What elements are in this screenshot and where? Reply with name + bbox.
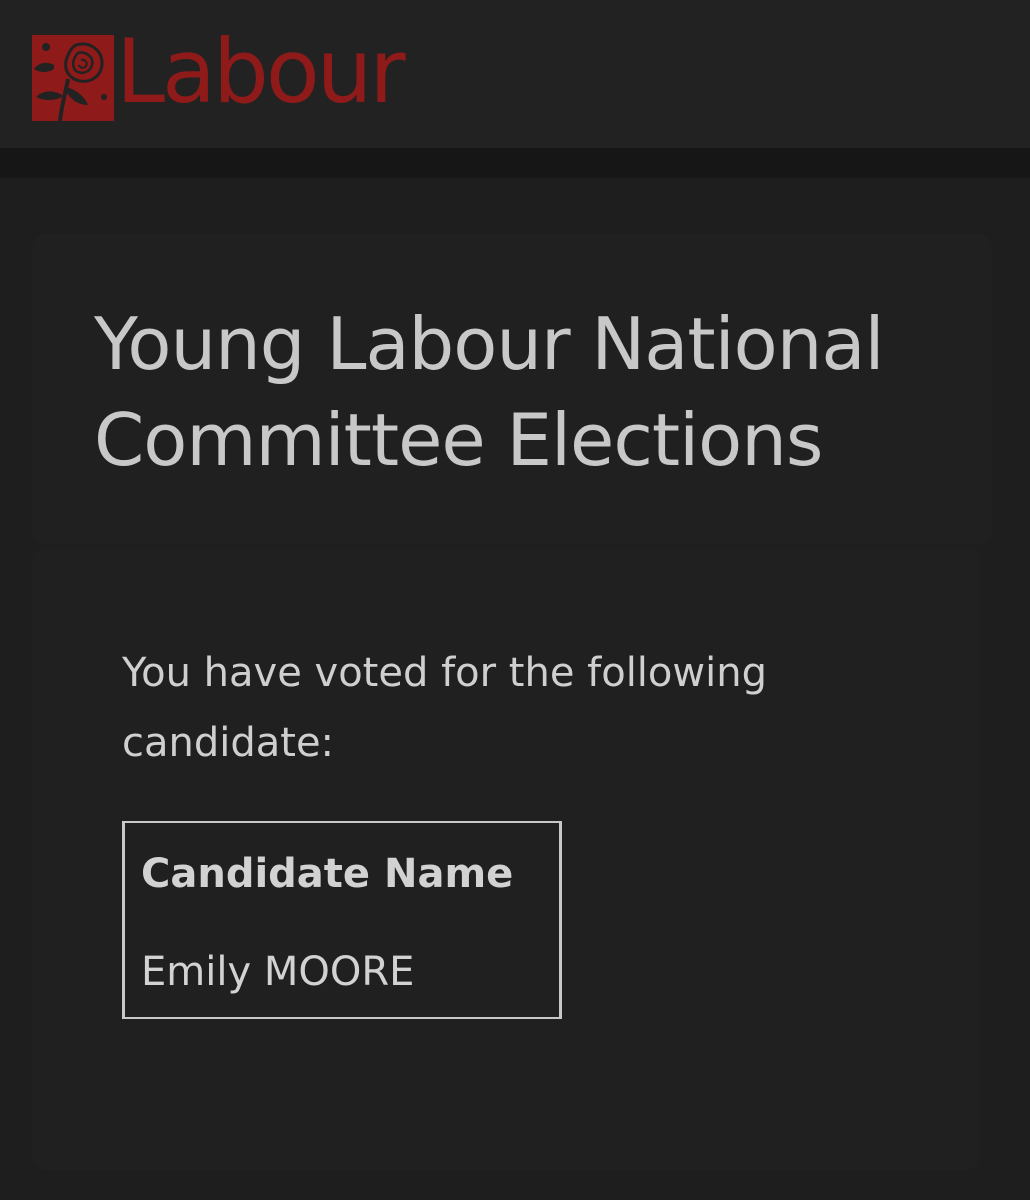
logo-wordmark: Labour — [116, 20, 406, 123]
candidate-table: Candidate Name Emily MOORE — [122, 821, 562, 1019]
vote-confirmation-message: You have voted for the following candida… — [122, 650, 767, 766]
candidate-name-value: Emily MOORE — [141, 949, 415, 995]
candidate-name-header: Candidate Name — [141, 851, 514, 897]
rose-icon — [32, 35, 114, 121]
header-divider — [0, 148, 1030, 178]
page-title: Young Labour National Committee Election… — [94, 302, 884, 482]
labour-logo[interactable]: Labour — [32, 26, 406, 124]
